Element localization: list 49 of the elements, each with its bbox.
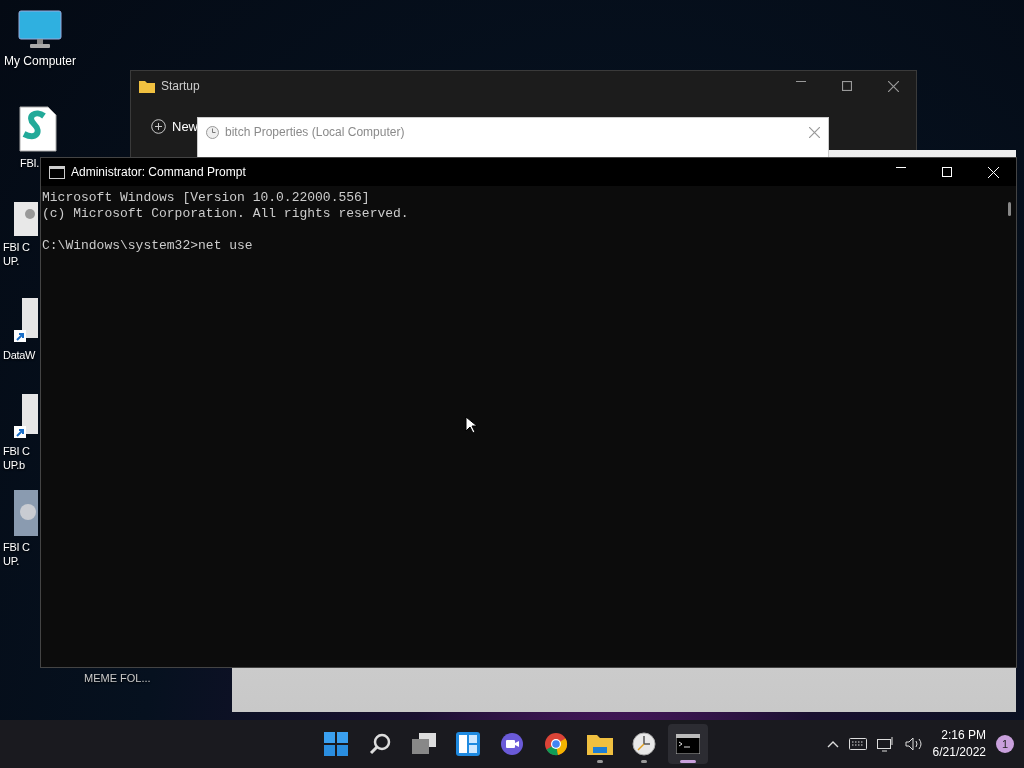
new-button[interactable]: New	[151, 119, 198, 134]
folder-icon	[139, 79, 155, 93]
gear-file-icon	[14, 202, 38, 236]
clock-date[interactable]: 6/21/2022	[932, 744, 986, 761]
chevron-up-icon[interactable]	[826, 740, 839, 748]
shortcut-file-icon	[14, 394, 38, 440]
monitor-icon	[18, 10, 62, 50]
clock-icon	[206, 125, 219, 139]
icon-label: UP.b	[3, 459, 25, 471]
console-line: Microsoft Windows [Version 10.0.22000.556]	[42, 190, 371, 206]
icon-label: FBI C	[3, 445, 30, 457]
cursor-icon	[465, 416, 477, 434]
clock-icon[interactable]	[632, 732, 656, 756]
speaker-icon[interactable]	[904, 737, 923, 751]
window-title: bitch Properties (Local Computer)	[225, 125, 405, 139]
browser-icon[interactable]	[544, 732, 568, 756]
icon-label: UP.	[3, 555, 20, 567]
maximize-icon[interactable]	[842, 80, 852, 91]
icon-label: FBI.	[20, 157, 39, 169]
minimize-icon[interactable]	[796, 80, 806, 82]
window-title: Startup	[161, 79, 200, 93]
terminal-icon	[49, 165, 65, 179]
icon-label: FBI C	[3, 541, 30, 553]
folder-icon[interactable]	[587, 733, 613, 755]
script-file-icon	[18, 106, 58, 152]
shortcut-file-icon	[14, 298, 38, 344]
taskbar-button[interactable]	[668, 724, 708, 764]
image-file-icon	[14, 490, 38, 536]
icon-label: UP.	[3, 255, 20, 267]
plus-circle-icon	[151, 119, 166, 134]
notification-badge[interactable]: 1	[996, 735, 1014, 753]
network-icon[interactable]	[876, 736, 895, 752]
search-icon[interactable]	[369, 733, 391, 755]
console-line: C:\Windows\system32>net use	[42, 238, 254, 254]
terminal-icon[interactable]	[676, 734, 700, 754]
widgets-icon[interactable]	[456, 732, 480, 756]
console-line: (c) Microsoft Corporation. All rights reserved.	[42, 206, 410, 222]
clock-time[interactable]: 2:16 PM	[941, 727, 986, 744]
video-chat-icon[interactable]	[500, 732, 524, 756]
windows-logo-icon[interactable]	[324, 732, 348, 756]
icon-label: MEME FOL...	[84, 671, 151, 685]
icon-label: My Computer	[4, 54, 76, 68]
icon-label: DataW	[3, 349, 36, 361]
task-view-icon[interactable]	[412, 733, 436, 755]
keyboard-icon[interactable]	[848, 738, 867, 750]
close-icon[interactable]	[887, 80, 899, 92]
window-title: Administrator: Command Prompt	[71, 165, 246, 179]
icon-label: FBI C	[3, 241, 30, 253]
scroll-thumb[interactable]	[1007, 202, 1011, 216]
